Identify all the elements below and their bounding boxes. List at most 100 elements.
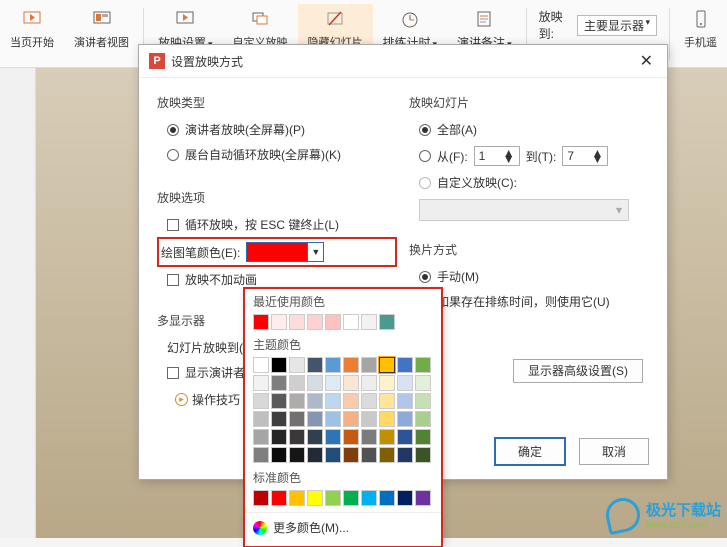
color-swatch[interactable] — [361, 357, 377, 373]
color-swatch[interactable] — [271, 411, 287, 427]
color-swatch[interactable] — [307, 447, 323, 463]
color-swatch[interactable] — [361, 375, 377, 391]
check-show-presenter[interactable] — [167, 367, 179, 379]
color-swatch[interactable] — [253, 314, 269, 330]
advanced-display-button[interactable]: 显示器高级设置(S) — [513, 359, 643, 383]
color-swatch[interactable] — [415, 357, 431, 373]
color-swatch[interactable] — [343, 393, 359, 409]
color-swatch[interactable] — [379, 314, 395, 330]
color-swatch[interactable] — [397, 447, 413, 463]
radio-presenter[interactable] — [167, 124, 179, 136]
color-swatch[interactable] — [379, 490, 395, 506]
thumbnail-rail[interactable] — [0, 68, 36, 538]
radio-kiosk[interactable] — [167, 149, 179, 161]
color-swatch[interactable] — [415, 429, 431, 445]
color-swatch[interactable] — [325, 357, 341, 373]
to-spinner[interactable]: 7▲▼ — [562, 146, 608, 166]
check-no-anim[interactable] — [167, 274, 179, 286]
color-swatch[interactable] — [271, 429, 287, 445]
color-swatch[interactable] — [415, 447, 431, 463]
color-swatch[interactable] — [253, 393, 269, 409]
color-swatch[interactable] — [325, 314, 341, 330]
color-swatch[interactable] — [289, 447, 305, 463]
color-swatch[interactable] — [325, 375, 341, 391]
color-swatch[interactable] — [361, 429, 377, 445]
color-swatch[interactable] — [379, 411, 395, 427]
color-swatch[interactable] — [415, 393, 431, 409]
color-swatch[interactable] — [307, 429, 323, 445]
cancel-button[interactable]: 取消 — [579, 438, 649, 465]
color-swatch[interactable] — [289, 393, 305, 409]
color-swatch[interactable] — [271, 447, 287, 463]
color-swatch[interactable] — [379, 447, 395, 463]
color-swatch[interactable] — [271, 490, 287, 506]
color-swatch[interactable] — [343, 357, 359, 373]
color-swatch[interactable] — [325, 411, 341, 427]
color-swatch[interactable] — [379, 393, 395, 409]
color-swatch[interactable] — [253, 357, 269, 373]
color-swatch[interactable] — [253, 411, 269, 427]
color-swatch[interactable] — [325, 429, 341, 445]
color-swatch[interactable] — [289, 314, 305, 330]
hide-slide-icon — [324, 8, 346, 30]
color-swatch[interactable] — [397, 429, 413, 445]
color-swatch[interactable] — [361, 411, 377, 427]
color-swatch[interactable] — [361, 490, 377, 506]
color-swatch[interactable] — [397, 357, 413, 373]
color-swatch[interactable] — [307, 375, 323, 391]
color-swatch[interactable] — [325, 490, 341, 506]
radio-manual[interactable] — [419, 271, 431, 283]
color-swatch[interactable] — [325, 393, 341, 409]
ok-button[interactable]: 确定 — [495, 438, 565, 465]
display-select[interactable]: 主要显示器 ▾ — [577, 15, 657, 36]
color-swatch[interactable] — [271, 375, 287, 391]
radio-all[interactable] — [419, 124, 431, 136]
color-swatch[interactable] — [325, 447, 341, 463]
color-swatch[interactable] — [379, 429, 395, 445]
color-swatch[interactable] — [253, 375, 269, 391]
ribbon-start-current[interactable]: 当页开始 — [0, 4, 64, 63]
ribbon-phone-remote[interactable]: 手机遥 — [674, 4, 727, 63]
color-swatch[interactable] — [343, 314, 359, 330]
pen-color-picker[interactable]: ▼ — [246, 242, 324, 262]
color-swatch[interactable] — [343, 375, 359, 391]
ribbon-presenter-view[interactable]: 演讲者视图 — [64, 4, 139, 63]
color-swatch[interactable] — [271, 314, 287, 330]
color-swatch[interactable] — [271, 393, 287, 409]
color-swatch[interactable] — [415, 490, 431, 506]
color-swatch[interactable] — [379, 357, 395, 373]
color-swatch[interactable] — [361, 393, 377, 409]
color-swatch[interactable] — [289, 490, 305, 506]
color-swatch[interactable] — [289, 411, 305, 427]
color-swatch[interactable] — [289, 375, 305, 391]
check-loop[interactable] — [167, 219, 179, 231]
color-swatch[interactable] — [253, 490, 269, 506]
color-swatch[interactable] — [415, 411, 431, 427]
close-button[interactable]: ✕ — [636, 51, 657, 71]
color-swatch[interactable] — [289, 429, 305, 445]
color-swatch[interactable] — [397, 411, 413, 427]
color-swatch[interactable] — [343, 490, 359, 506]
radio-range[interactable] — [419, 150, 431, 162]
color-swatch[interactable] — [307, 357, 323, 373]
color-swatch[interactable] — [253, 429, 269, 445]
color-swatch[interactable] — [343, 447, 359, 463]
from-spinner[interactable]: 1▲▼ — [474, 146, 520, 166]
color-swatch[interactable] — [415, 375, 431, 391]
color-swatch[interactable] — [397, 375, 413, 391]
color-swatch[interactable] — [307, 314, 323, 330]
color-swatch[interactable] — [307, 393, 323, 409]
color-swatch[interactable] — [361, 447, 377, 463]
color-swatch[interactable] — [289, 357, 305, 373]
color-swatch[interactable] — [307, 490, 323, 506]
color-swatch[interactable] — [379, 375, 395, 391]
color-swatch[interactable] — [397, 393, 413, 409]
color-swatch[interactable] — [271, 357, 287, 373]
custom-show-select — [419, 199, 629, 221]
color-swatch[interactable] — [307, 411, 323, 427]
color-swatch[interactable] — [397, 490, 413, 506]
color-swatch[interactable] — [361, 314, 377, 330]
color-swatch[interactable] — [343, 411, 359, 427]
color-swatch[interactable] — [343, 429, 359, 445]
color-swatch[interactable] — [253, 447, 269, 463]
